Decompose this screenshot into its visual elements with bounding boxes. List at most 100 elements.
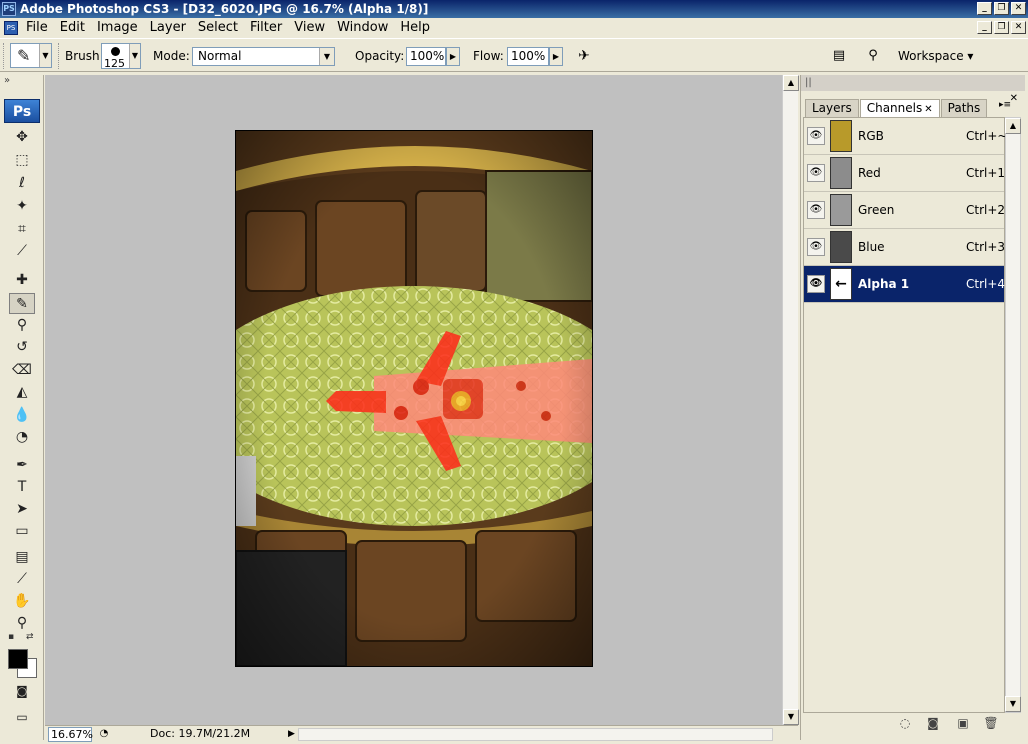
shape-tool-icon[interactable]: ▭ xyxy=(9,521,35,542)
screen-mode-icon[interactable]: ▭ xyxy=(9,707,35,728)
menu-filter[interactable]: Filter xyxy=(250,18,291,38)
brush-tip-icon xyxy=(111,47,120,56)
doc-restore-button[interactable]: ❐ xyxy=(994,21,1009,34)
document-canvas[interactable] xyxy=(235,130,593,667)
paint-bucket-tool-icon[interactable]: ◭ xyxy=(9,382,35,403)
default-colors-icon[interactable]: ▪ xyxy=(8,632,14,642)
delete-channel-icon[interactable]: 🗑 xyxy=(983,715,999,731)
menu-view[interactable]: View xyxy=(294,18,334,38)
opacity-label: Opacity: xyxy=(355,49,405,63)
toolbox-collapse-icon[interactable]: » xyxy=(4,75,10,86)
swap-colors-icon[interactable]: ⇄ xyxy=(26,632,34,642)
doc-minimize-button[interactable]: _ xyxy=(977,21,992,34)
document-icon[interactable]: PS xyxy=(4,21,18,35)
bridge-icon[interactable]: ⚲ xyxy=(864,47,882,65)
options-grip[interactable] xyxy=(3,43,6,69)
channel-list: 👁 RGB Ctrl+~ 👁 Red Ctrl+1 👁 Green Ctrl+2 👁 Blue Ctr… xyxy=(803,117,1007,713)
crop-tool-icon[interactable]: ⌗ xyxy=(9,219,35,240)
type-tool-icon[interactable]: T xyxy=(9,477,35,498)
status-info-icon[interactable]: ◔ xyxy=(97,727,111,741)
menu-layer[interactable]: Layer xyxy=(150,18,195,38)
menu-file[interactable]: File xyxy=(26,18,57,38)
lasso-tool-icon[interactable]: ℓ xyxy=(9,173,35,194)
pen-tool-icon[interactable]: ✒ xyxy=(9,455,35,476)
scroll-up-button[interactable]: ▲ xyxy=(783,75,799,91)
menu-select[interactable]: Select xyxy=(198,18,247,38)
channel-name: Alpha 1 xyxy=(858,277,910,291)
magic-wand-tool-icon[interactable]: ✦ xyxy=(9,196,35,217)
eye-icon[interactable]: 👁 xyxy=(807,201,825,219)
channel-shortcut: Ctrl+2 xyxy=(966,203,1006,217)
app-icon: PS xyxy=(2,2,16,16)
move-tool-icon[interactable]: ✥ xyxy=(9,127,35,148)
tab-paths[interactable]: Paths xyxy=(940,99,988,117)
scroll-down-button[interactable]: ▼ xyxy=(783,709,799,725)
new-channel-icon[interactable]: ▣ xyxy=(955,715,971,731)
panel-menu-icon[interactable]: ▸≡ xyxy=(999,100,1011,110)
panel-scroll-up-button[interactable]: ▲ xyxy=(1005,118,1021,134)
document-info: Doc: 19.7M/21.2M xyxy=(150,727,251,740)
hand-tool-icon[interactable]: ✋ xyxy=(9,591,35,612)
restore-button[interactable]: ❐ xyxy=(994,2,1009,15)
flow-slider-button[interactable]: ▶ xyxy=(549,47,563,66)
tab-layers[interactable]: Layers xyxy=(805,99,859,117)
eye-icon[interactable]: 👁 xyxy=(807,238,825,256)
path-selection-tool-icon[interactable]: ➤ xyxy=(9,499,35,520)
load-selection-icon[interactable]: ◌ xyxy=(897,715,913,731)
brush-label: Brush: xyxy=(65,49,104,63)
zoom-field[interactable]: 16.67% xyxy=(48,727,93,742)
eye-icon[interactable]: 👁 xyxy=(807,275,825,293)
minimize-button[interactable]: _ xyxy=(977,2,992,15)
channel-row-alpha-1[interactable]: 👁 ← Alpha 1 Ctrl+4 xyxy=(804,266,1005,303)
menu-help[interactable]: Help xyxy=(400,18,439,38)
photoshop-logo[interactable]: Ps xyxy=(4,99,40,123)
clone-stamp-tool-icon[interactable]: ⚲ xyxy=(9,315,35,336)
eyedropper-tool-icon[interactable]: ⟋ xyxy=(9,569,35,590)
slice-tool-icon[interactable]: ⟋ xyxy=(9,241,35,262)
quick-mask-icon[interactable]: ◙ xyxy=(9,681,35,702)
close-icon[interactable]: ✕ xyxy=(924,104,932,115)
menu-bar: PS File Edit Image Layer Select Filter V… xyxy=(0,18,1028,38)
channel-row-red[interactable]: 👁 Red Ctrl+1 xyxy=(804,155,1005,192)
close-button[interactable]: ✕ xyxy=(1011,2,1026,15)
eye-icon[interactable]: 👁 xyxy=(807,164,825,182)
flow-field[interactable]: 100% xyxy=(507,47,549,66)
brush-picker[interactable]: 125 ▼ xyxy=(101,43,141,70)
save-selection-icon[interactable]: ◙ xyxy=(925,715,941,731)
panel-scroll-down-button[interactable]: ▼ xyxy=(1005,696,1021,712)
channel-row-rgb[interactable]: 👁 RGB Ctrl+~ xyxy=(804,118,1007,155)
zoom-tool-icon[interactable]: ⚲ xyxy=(9,613,35,634)
opacity-field[interactable]: 100% xyxy=(406,47,446,66)
eraser-tool-icon[interactable]: ⌫ xyxy=(9,360,35,381)
healing-brush-tool-icon[interactable]: ✚ xyxy=(9,270,35,291)
workspace-button[interactable]: Workspace ▾ xyxy=(898,39,973,73)
panel-header-grip[interactable]: || xyxy=(801,75,1025,91)
palette-well-icon[interactable]: ▤ xyxy=(830,47,848,65)
opacity-slider-button[interactable]: ▶ xyxy=(446,47,460,66)
channel-thumbnail xyxy=(830,120,852,152)
menu-edit[interactable]: Edit xyxy=(60,18,94,38)
mode-select[interactable]: Normal ▼ xyxy=(192,47,335,66)
doc-close-button[interactable]: ✕ xyxy=(1011,21,1026,34)
eye-icon[interactable]: 👁 xyxy=(807,127,825,145)
canvas-vertical-scrollbar[interactable]: ▲ ▼ xyxy=(782,75,799,725)
channel-row-green[interactable]: 👁 Green Ctrl+2 xyxy=(804,192,1006,229)
tab-channels[interactable]: Channels ✕ xyxy=(859,99,940,117)
brush-icon: ✎ xyxy=(17,46,31,65)
foreground-color-swatch[interactable] xyxy=(8,649,28,669)
tool-preset-picker[interactable]: ✎ ▼ xyxy=(10,43,52,68)
history-brush-tool-icon[interactable]: ↺ xyxy=(9,337,35,358)
notes-tool-icon[interactable]: ▤ xyxy=(9,547,35,568)
menu-window[interactable]: Window xyxy=(337,18,397,38)
channel-row-blue[interactable]: 👁 Blue Ctrl+3 xyxy=(804,229,1005,266)
status-menu-arrow-icon[interactable]: ▶ xyxy=(288,728,298,740)
panel-scrollbar[interactable]: ▲ ▼ xyxy=(1005,117,1021,713)
marquee-tool-icon[interactable]: ⬚ xyxy=(9,150,35,171)
dodge-tool-icon[interactable]: ◔ xyxy=(9,427,35,448)
brush-tool-icon[interactable]: ✎ xyxy=(9,293,35,314)
canvas-horizontal-scrollbar[interactable] xyxy=(298,728,773,741)
canvas-area[interactable] xyxy=(45,75,798,725)
menu-image[interactable]: Image xyxy=(97,18,147,38)
airbrush-icon[interactable]: ✈ xyxy=(574,47,594,65)
blur-tool-icon[interactable]: 💧 xyxy=(9,405,35,426)
